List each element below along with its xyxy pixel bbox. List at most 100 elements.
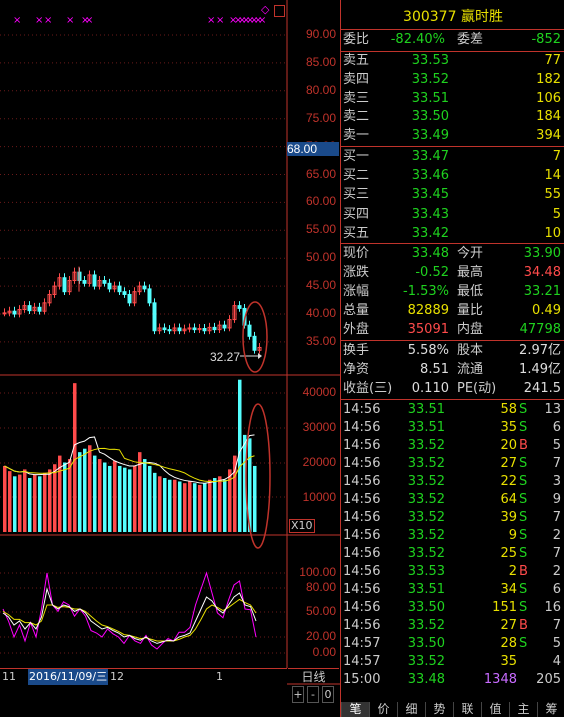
bid-row: 买五 33.42 10 <box>341 225 564 243</box>
volume-bar <box>63 462 67 532</box>
tick-side: B <box>519 618 528 633</box>
price-tick-label: 60.00 <box>305 194 336 209</box>
tick-row: 14:56 33.52 64 S 9 <box>341 491 564 509</box>
stat-value: 1.49亿 <box>519 362 561 377</box>
tab-5[interactable]: 值 <box>481 702 509 717</box>
tab-2[interactable]: 细 <box>397 702 425 717</box>
ask-label: 卖五 <box>343 53 370 68</box>
stat-label: 最高 <box>457 265 484 280</box>
tick-volume: 2 <box>508 564 517 579</box>
volume-tick-label: 10000 <box>302 490 336 504</box>
tab-6[interactable]: 主 <box>509 702 537 717</box>
price-tick-label: 80.00 <box>305 82 336 97</box>
tick-price: 33.52 <box>407 438 445 453</box>
bid-price: 33.45 <box>411 187 449 203</box>
event-marker-icon: × <box>85 15 93 26</box>
volume-bar <box>43 472 47 532</box>
tick-price: 33.51 <box>407 402 445 417</box>
tick-count: 16 <box>544 600 561 615</box>
quote-panel: 300377 赢时胜 委比 -82.40% 委差 -852 卖五 33.53 77 卖… <box>340 0 564 717</box>
kdj-tick-label: 0.00 <box>312 645 336 659</box>
tick-count: 7 <box>552 618 561 633</box>
volume-bar <box>173 479 177 532</box>
zoom-out-button[interactable]: - <box>307 686 319 703</box>
tick-price: 33.52 <box>407 510 445 525</box>
tick-count: 6 <box>552 582 561 597</box>
tick-side: S <box>519 492 528 507</box>
zoom-in-button[interactable]: + <box>292 686 304 703</box>
current-price-tag: 68.00 <box>287 142 339 156</box>
volume-bar <box>218 476 222 532</box>
volume-bar <box>178 481 182 532</box>
tick-volume: 27 <box>500 456 517 471</box>
ask-label: 卖二 <box>343 109 370 125</box>
panel-toggle-icon[interactable] <box>274 5 285 17</box>
tab-0[interactable]: 笔 <box>341 702 369 717</box>
price-tick-label: 75.00 <box>305 110 336 125</box>
top-marker-icon[interactable]: ◇ <box>261 3 269 16</box>
tick-time: 14:56 <box>343 474 381 489</box>
volume-bar <box>183 483 187 532</box>
event-marker-icon: × <box>207 15 215 26</box>
volume-bar <box>118 465 122 532</box>
stat-row: 外盘 35091 内盘 47798 <box>341 321 564 339</box>
volume-bar <box>33 474 37 532</box>
candle-body <box>142 285 147 290</box>
tab-7[interactable]: 筹 <box>537 702 564 717</box>
tick-row: 14:56 33.50 151 S 16 <box>341 599 564 617</box>
bid-row: 买一 33.47 7 <box>341 148 564 166</box>
tick-count: 2 <box>552 528 561 543</box>
stat-value: 0.49 <box>532 303 561 318</box>
volume-bar <box>128 469 132 532</box>
stat-label: 内盘 <box>457 322 484 337</box>
zoom-reset-button[interactable]: 0 <box>322 686 334 703</box>
stat-row: 收益(三) 0.110 PE(动) 241.5 <box>341 380 564 398</box>
volume-bar <box>98 459 102 532</box>
tick-side: B <box>519 438 528 453</box>
volume-bar <box>8 471 12 532</box>
kdj-k-line <box>2 587 257 644</box>
tick-row: 14:56 33.52 20 B 5 <box>341 437 564 455</box>
volume-bar <box>158 476 162 532</box>
tick-count: 205 <box>536 672 561 687</box>
period-selector[interactable]: 日线 <box>288 668 339 685</box>
price-tick-label: 90.00 <box>305 27 336 41</box>
tick-row: 14:56 33.52 27 S 7 <box>341 455 564 473</box>
tick-price: 33.52 <box>407 492 445 507</box>
stat-label: 现价 <box>343 246 370 261</box>
candle-body <box>237 305 242 309</box>
tick-volume: 9 <box>508 528 517 543</box>
stat-value: 33.48 <box>411 246 449 261</box>
tick-side: S <box>519 510 528 525</box>
kdj-tick-label: 20.00 <box>305 629 336 643</box>
tick-price: 33.52 <box>407 474 445 489</box>
tab-1[interactable]: 价 <box>369 702 397 717</box>
volume-bar <box>88 445 92 532</box>
tab-3[interactable]: 势 <box>425 702 453 717</box>
volume-bar <box>133 465 137 532</box>
tick-price: 33.48 <box>407 672 445 687</box>
stat-label: 量比 <box>457 303 484 318</box>
bid-row: 买二 33.46 14 <box>341 167 564 185</box>
stat-value: 5.58% <box>407 343 449 358</box>
stat-label: 收益(三) <box>343 381 393 396</box>
tick-price: 33.53 <box>407 564 445 579</box>
tick-count: 5 <box>552 636 561 651</box>
tick-price: 33.52 <box>407 546 445 561</box>
tick-row: 14:56 33.52 25 S 7 <box>341 545 564 563</box>
stat-value: 33.21 <box>523 284 561 299</box>
candle-body <box>122 291 127 295</box>
candle-body <box>117 285 122 293</box>
volume-bar <box>83 448 87 532</box>
tab-4[interactable]: 联 <box>453 702 481 717</box>
event-marker-icon: × <box>66 15 74 26</box>
tick-volume: 35 <box>500 654 517 669</box>
volume-bar <box>53 464 57 532</box>
volume-bar <box>18 474 22 532</box>
price-tick-label: 45.00 <box>305 278 336 293</box>
tick-time: 14:56 <box>343 600 381 615</box>
ask-row: 卖二 33.50 184 <box>341 108 564 126</box>
date-strip: 11 2016/11/09/三 12 1 <box>0 668 287 685</box>
volume-bar <box>123 467 127 532</box>
volume-bar <box>108 465 112 532</box>
